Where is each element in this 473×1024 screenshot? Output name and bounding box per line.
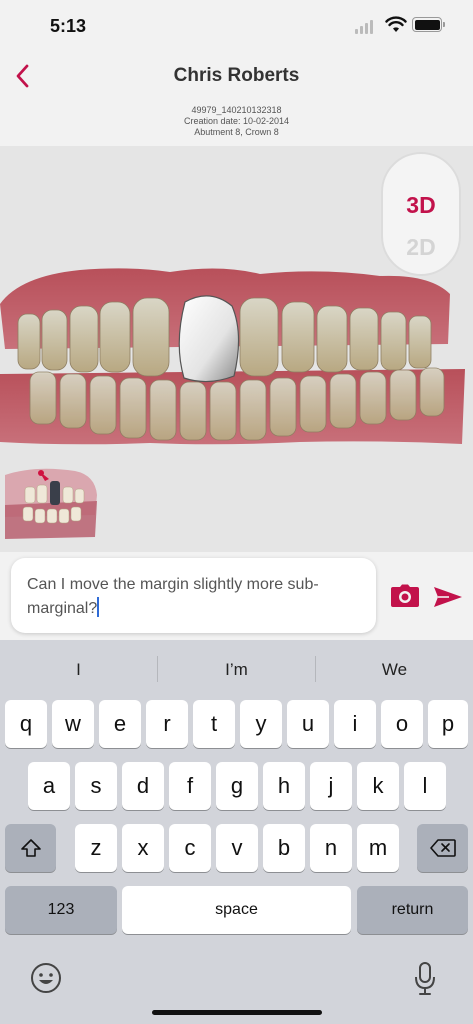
battery-icon (412, 17, 442, 32)
key-l[interactable]: l (404, 762, 446, 810)
return-key[interactable]: return (357, 886, 468, 934)
key-w[interactable]: w (52, 700, 94, 748)
key-x[interactable]: x (122, 824, 164, 872)
keyboard: I I’m We q w e r t y u i o p a s d f g h… (0, 640, 473, 1024)
microphone-icon[interactable] (414, 962, 436, 996)
model-viewer[interactable]: 3D 2D (0, 146, 473, 552)
space-key[interactable]: space (122, 886, 351, 934)
page-title: Chris Roberts (173, 65, 300, 86)
suggestion-1[interactable]: I (0, 660, 157, 680)
key-v[interactable]: v (216, 824, 258, 872)
case-details: Abutment 8, Crown 8 (194, 127, 279, 137)
key-n[interactable]: n (310, 824, 352, 872)
key-e[interactable]: e (99, 700, 141, 748)
suggestion-2[interactable]: I’m (158, 660, 315, 680)
status-bar: 5:13 (0, 0, 473, 52)
mode-2d-option[interactable]: 2D (383, 234, 459, 261)
case-meta: 49979_140210132318 Creation date: 10-02-… (0, 105, 473, 138)
key-b[interactable]: b (263, 824, 305, 872)
delete-key[interactable] (417, 824, 468, 872)
key-t[interactable]: t (193, 700, 235, 748)
emoji-icon[interactable] (30, 962, 62, 994)
wifi-icon (385, 16, 407, 32)
key-r[interactable]: r (146, 700, 188, 748)
camera-icon[interactable] (390, 584, 420, 608)
header: Chris Roberts 49979_140210132318 Creatio… (0, 52, 473, 146)
status-time: 5:13 (50, 16, 87, 36)
dental-scan-model[interactable] (0, 264, 473, 449)
key-z[interactable]: z (75, 824, 117, 872)
key-m[interactable]: m (357, 824, 399, 872)
suggestion-3[interactable]: We (316, 660, 473, 680)
view-mode-toggle[interactable]: 3D 2D (381, 152, 461, 276)
numbers-key[interactable]: 123 (5, 886, 117, 934)
key-p[interactable]: p (428, 700, 468, 748)
message-text: Can I move the margin slightly more sub-… (27, 576, 319, 617)
key-d[interactable]: d (122, 762, 164, 810)
home-indicator (152, 1010, 322, 1015)
key-c[interactable]: c (169, 824, 211, 872)
backspace-icon (429, 839, 456, 857)
mode-3d-option[interactable]: 3D (383, 192, 459, 219)
key-i[interactable]: i (334, 700, 376, 748)
key-u[interactable]: u (287, 700, 329, 748)
text-caret (97, 597, 100, 617)
case-id: 49979_140210132318 (191, 105, 282, 115)
model-thumbnail[interactable] (5, 465, 100, 540)
send-icon[interactable] (433, 586, 463, 608)
key-j[interactable]: j (310, 762, 352, 810)
creation-date: Creation date: 10-02-2014 (183, 116, 290, 126)
key-q[interactable]: q (5, 700, 47, 748)
key-y[interactable]: y (240, 700, 282, 748)
key-f[interactable]: f (169, 762, 211, 810)
key-a[interactable]: a (28, 762, 70, 810)
key-g[interactable]: g (216, 762, 258, 810)
key-h[interactable]: h (263, 762, 305, 810)
key-o[interactable]: o (381, 700, 423, 748)
shift-key[interactable] (5, 824, 56, 872)
signal-icon (355, 20, 373, 34)
key-k[interactable]: k (357, 762, 399, 810)
message-composer: Can I move the margin slightly more sub-… (0, 552, 473, 640)
key-s[interactable]: s (75, 762, 117, 810)
message-input[interactable]: Can I move the margin slightly more sub-… (11, 558, 376, 633)
shift-icon (20, 839, 41, 857)
suggestion-bar: I I’m We (0, 640, 473, 696)
